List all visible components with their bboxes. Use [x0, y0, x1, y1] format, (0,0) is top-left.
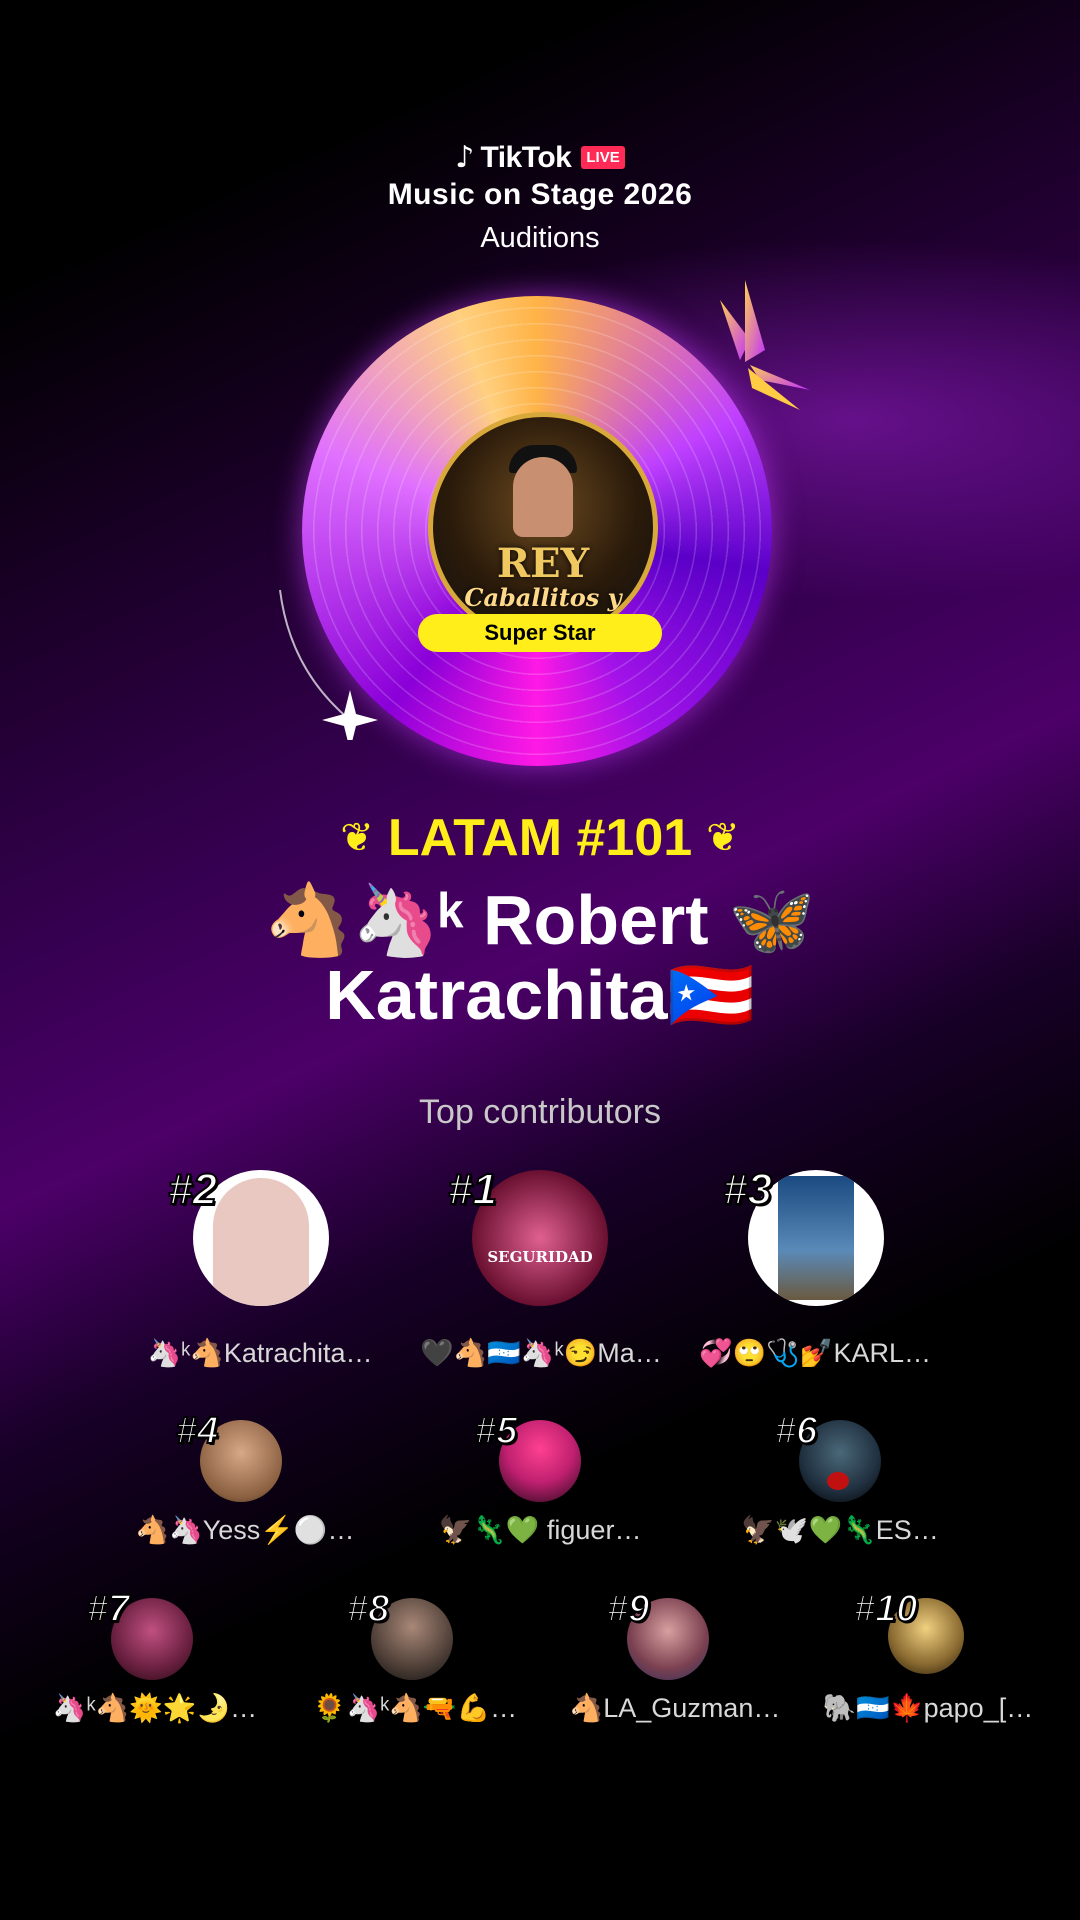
rank-badge: #9 — [606, 1587, 650, 1631]
contributor-9[interactable]: #9 🐴LA_Guzman… — [565, 1587, 785, 1728]
rank-badge: #5 — [474, 1409, 518, 1453]
rank-badge: #7 — [86, 1587, 130, 1631]
rose-shape — [827, 1472, 849, 1490]
tiktok-note-icon: ♪ — [455, 140, 475, 175]
avatar-photo — [213, 1178, 309, 1306]
contributor-10[interactable]: #10 🐘🇭🇳🍁papo_[… — [818, 1587, 1038, 1728]
rank-badge: #1 — [447, 1164, 498, 1215]
contributor-name: 💞🙄🩺💅KARL… — [698, 1338, 931, 1368]
avatar-photo — [778, 1176, 854, 1300]
top-contributors-title: Top contributors — [419, 1093, 661, 1131]
contributor-name: 🦅🦎💚 figuer… — [438, 1515, 642, 1545]
artist-cover[interactable]: REY Caballitos y Unicornios — [428, 412, 658, 642]
tiktok-live-brand: ♪ TikTok LIVE — [0, 140, 1080, 175]
rank-row: ❦ LATAM #101 ❦ — [0, 808, 1080, 868]
contributor-3[interactable]: #3 💞🙄🩺💅KARL… — [695, 1164, 935, 1380]
contributor-5[interactable]: #5 🦅🦎💚 figuer… — [425, 1409, 655, 1550]
avatar-crest-text: SEGURIDAD — [487, 1248, 593, 1266]
contributor-2[interactable]: #2 🦄ᵏ🐴Katrachita… — [140, 1164, 380, 1380]
contributor-7[interactable]: #7 🦄ᵏ🐴🌞🌟🌛… — [45, 1587, 265, 1728]
contributor-name: 🐴LA_Guzman… — [569, 1693, 781, 1723]
contributor-1[interactable]: SEGURIDAD #1 🖤🐴🇭🇳🦄ᵏ😏Ma… — [420, 1164, 660, 1380]
butterfly-icon — [720, 280, 810, 410]
streamer-name-line2: Katrachita🇵🇷 — [325, 956, 755, 1034]
streamer-name-line1: 🐴🦄ᵏ Robert 🦋 — [264, 881, 816, 959]
contributor-name: 🦄ᵏ🐴Katrachita… — [147, 1338, 373, 1368]
rank-badge: #8 — [346, 1587, 390, 1631]
event-subtitle: Auditions — [480, 222, 600, 254]
laurel-right-icon: ❦ — [706, 815, 740, 861]
rank-badge: #6 — [774, 1409, 818, 1453]
super-star-badge: Super Star — [418, 614, 662, 652]
sparkle-icon — [279, 590, 378, 740]
rank-label: LATAM #101 — [387, 809, 693, 867]
cover-text-main: REY — [496, 540, 590, 587]
laurel-left-icon: ❦ — [340, 815, 374, 861]
rank-badge: #10 — [853, 1587, 918, 1631]
contributor-8[interactable]: #8 🌻🦄ᵏ🐴🔫💪… — [305, 1587, 525, 1728]
brand-name: TikTok — [480, 140, 572, 174]
contributor-4[interactable]: #4 🐴🦄Yess⚡⚪… — [130, 1409, 360, 1550]
contributor-name: 🖤🐴🇭🇳🦄ᵏ😏Ma… — [420, 1338, 660, 1368]
contributor-name: 🦅🕊️💚🦎ES… — [741, 1515, 939, 1545]
rank-badge: #4 — [175, 1409, 219, 1453]
contributor-name: 🦄ᵏ🐴🌞🌟🌛… — [52, 1693, 258, 1723]
rank-badge: #3 — [722, 1164, 773, 1215]
contributor-name: 🌻🦄ᵏ🐴🔫💪… — [312, 1693, 518, 1723]
contributor-name: 🐘🇭🇳🍁papo_[… — [822, 1693, 1034, 1723]
event-title: Music on Stage 2026 — [387, 178, 693, 211]
contributor-6[interactable]: #6 🦅🕊️💚🦎ES… — [725, 1409, 955, 1550]
rank-badge: #2 — [167, 1164, 218, 1215]
contributor-name: 🐴🦄Yess⚡⚪… — [135, 1515, 355, 1545]
artist-figure — [513, 457, 573, 537]
live-badge: LIVE — [581, 146, 625, 169]
